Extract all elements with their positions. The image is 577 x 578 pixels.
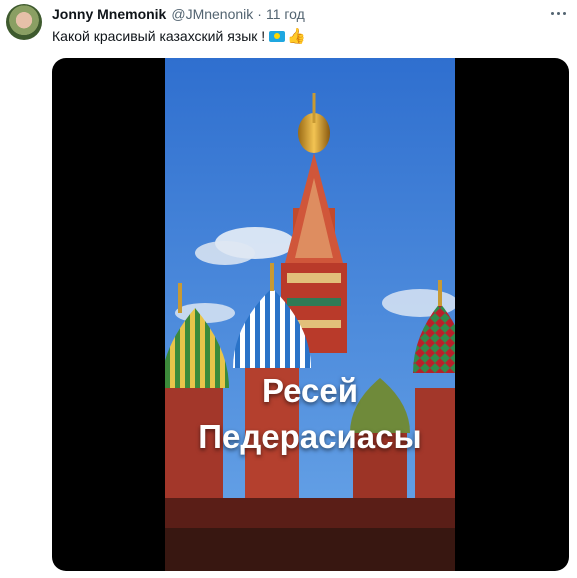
video-caption-line1: Ресей (261, 372, 359, 409)
video-caption-line2: Педерасиасы (198, 418, 422, 455)
avatar[interactable] (6, 4, 42, 40)
thumbs-up-icon: 👍 (287, 27, 306, 45)
header-separator: · (257, 6, 262, 22)
kazakhstan-flag-icon (269, 30, 286, 42)
more-options-icon[interactable] (547, 4, 569, 22)
timestamp[interactable]: 11 год (266, 6, 305, 22)
tweet-media[interactable]: Ресей Педерасиасы (52, 58, 569, 571)
tweet[interactable]: Jonny Mnemonik @JMnenonik · 11 год Какой… (0, 0, 577, 578)
cathedral-image (165, 58, 455, 571)
video-frame[interactable]: Ресей Педерасиасы (165, 58, 455, 571)
author-handle[interactable]: @JMnenonik (171, 6, 253, 22)
tweet-text-content: Какой красивый казахский язык ! (52, 28, 266, 44)
tweet-header: Jonny Mnemonik @JMnenonik · 11 год (52, 6, 305, 24)
tweet-text: Какой красивый казахский язык ! 👍 (52, 28, 306, 44)
author-name[interactable]: Jonny Mnemonik (52, 6, 166, 22)
